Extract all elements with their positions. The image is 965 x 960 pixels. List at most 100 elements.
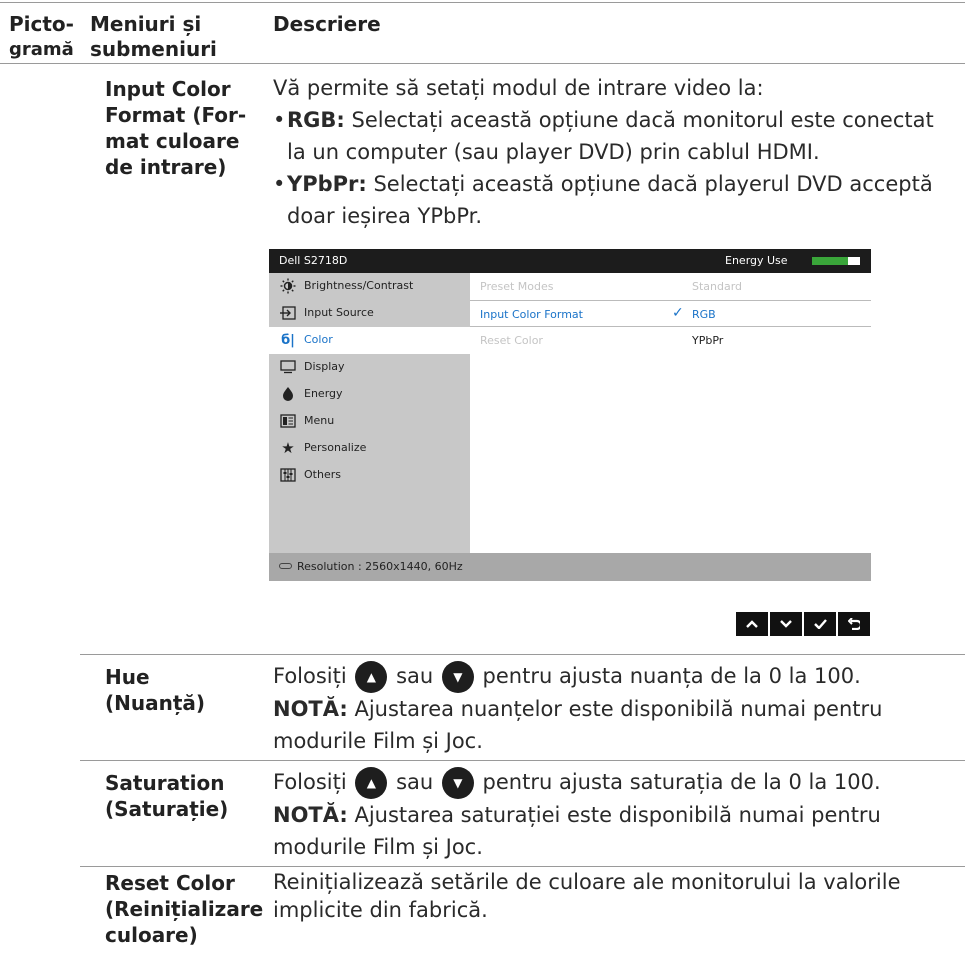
osd-row-value: RGB xyxy=(692,308,716,321)
osd-row-reset-color[interactable]: Reset Color YPbPr xyxy=(470,327,871,354)
reset-color-description: Reinițializează setările de culoare ale … xyxy=(273,868,963,924)
intro-text: Vă permite să setați modul de intrare vi… xyxy=(273,76,764,100)
bullet-rgb-text-2: la un computer (sau player DVD) prin cab… xyxy=(287,140,820,164)
bullet-ypbpr: YPbPr: Selectați această opțiune dacă pl… xyxy=(273,168,963,232)
osd-menu-screenshot: Dell S2718D Energy Use Brightness/Contra… xyxy=(269,249,871,581)
header-rule xyxy=(0,63,965,64)
brightness-icon xyxy=(280,278,296,294)
header-menu-column: Meniuri și submeniuri xyxy=(90,12,217,62)
saturation-name: Saturation (Saturație) xyxy=(105,770,228,822)
osd-item-label: Input Source xyxy=(304,306,374,319)
color-icon: б| xyxy=(281,332,295,348)
osd-item-color[interactable]: б| Color xyxy=(269,327,470,354)
saturation-description: Folosiți ▲ sau ▼ pentru ajusta saturația… xyxy=(273,766,963,863)
name-line: de intrare) xyxy=(105,155,227,179)
up-arrow-icon: ▲ xyxy=(355,661,388,693)
name-line: (Saturație) xyxy=(105,797,229,821)
osd-item-label: Color xyxy=(304,333,333,346)
osd-row-label: Preset Modes xyxy=(480,280,554,293)
hue-usage-line: Folosiți ▲ sau ▼ pentru ajusta nuanța de… xyxy=(273,660,963,693)
osd-item-brightness[interactable]: Brightness/Contrast xyxy=(269,273,470,300)
text: pentru ajusta saturația de la 0 la 100. xyxy=(475,770,881,794)
osd-row-value: Standard xyxy=(692,280,743,293)
others-icon xyxy=(280,467,296,483)
down-arrow-icon: ▼ xyxy=(441,767,474,799)
check-icon: ✓ xyxy=(672,305,684,321)
note-text: Ajustarea saturației este disponibilă nu… xyxy=(347,803,881,827)
reset-desc-line2: implicite din fabrică. xyxy=(273,898,488,922)
osd-item-menu[interactable]: Menu xyxy=(269,408,470,435)
bullet-ypbpr-text-2: doar ieșirea YPbPr. xyxy=(287,204,483,228)
menu-icon xyxy=(280,413,296,429)
osd-row-value: YPbPr xyxy=(692,334,724,347)
text: sau xyxy=(389,770,440,794)
up-button[interactable] xyxy=(736,612,768,636)
display-icon xyxy=(280,359,296,375)
energy-use-fill xyxy=(812,257,848,265)
note-label: NOTĂ: xyxy=(273,803,348,827)
down-arrow-icon: ▼ xyxy=(441,661,474,693)
text: sau xyxy=(389,664,440,688)
reset-color-name: Reset Color (Reinițializare culoare) xyxy=(105,870,263,948)
osd-item-input-source[interactable]: Input Source xyxy=(269,300,470,327)
top-rule xyxy=(0,2,965,3)
name-line: Format (For- xyxy=(105,103,247,127)
text: pentru ajusta nuanța de la 0 la 100. xyxy=(475,664,861,688)
osd-row-label: Reset Color xyxy=(480,334,543,347)
ok-button[interactable] xyxy=(804,612,836,636)
back-button[interactable] xyxy=(838,612,870,636)
name-line: Input Color xyxy=(105,77,231,101)
energy-icon xyxy=(280,386,296,402)
osd-item-others[interactable]: Others xyxy=(269,462,470,489)
up-arrow-icon: ▲ xyxy=(355,767,388,799)
saturation-usage-line: Folosiți ▲ sau ▼ pentru ajusta saturația… xyxy=(273,766,963,799)
input-source-icon xyxy=(280,305,296,321)
saturation-note: NOTĂ: Ajustarea saturației este disponib… xyxy=(273,799,963,863)
text: Folosiți xyxy=(273,770,354,794)
osd-energy-label: Energy Use xyxy=(725,254,788,267)
check-icon xyxy=(813,619,827,629)
osd-model-name: Dell S2718D xyxy=(279,254,348,267)
osd-item-label: Menu xyxy=(304,414,335,427)
osd-row-preset-modes[interactable]: Preset Modes Standard xyxy=(470,273,871,300)
bullet-ypbpr-label: YPbPr: xyxy=(287,172,367,196)
osd-submenu-panel: Preset Modes Standard Input Color Format… xyxy=(470,273,871,553)
name-line: Hue xyxy=(105,665,150,689)
osd-item-display[interactable]: Display xyxy=(269,354,470,381)
note-text: Ajustarea nuanțelor este disponibilă num… xyxy=(347,697,883,721)
note-label: NOTĂ: xyxy=(273,697,348,721)
osd-title-bar: Dell S2718D Energy Use xyxy=(269,249,871,273)
osd-item-personalize[interactable]: ★ Personalize xyxy=(269,435,470,462)
header-icon-line1: Picto- xyxy=(9,12,74,36)
star-icon: ★ xyxy=(281,439,295,457)
header-menu-line1: Meniuri și xyxy=(90,12,202,36)
link-icon xyxy=(279,563,292,569)
osd-item-label: Brightness/Contrast xyxy=(304,279,414,292)
note-text-2: modurile Film și Joc. xyxy=(273,835,483,859)
hue-note: NOTĂ: Ajustarea nuanțelor este disponibi… xyxy=(273,693,963,757)
name-line: (Reinițializare xyxy=(105,897,264,921)
name-line: Reset Color xyxy=(105,871,235,895)
osd-item-energy[interactable]: Energy xyxy=(269,381,470,408)
osd-item-label: Personalize xyxy=(304,441,367,454)
down-button[interactable] xyxy=(770,612,802,636)
header-icon-line2: gramă xyxy=(9,39,74,60)
row-rule-hue xyxy=(80,654,965,655)
chevron-down-icon xyxy=(780,620,792,628)
text: Folosiți xyxy=(273,664,354,688)
osd-item-label: Others xyxy=(304,468,341,481)
hue-name: Hue (Nuanță) xyxy=(105,664,205,716)
back-icon xyxy=(848,618,860,630)
osd-row-input-color-format[interactable]: Input Color Format ✓ RGB xyxy=(470,300,871,327)
name-line: culoare) xyxy=(105,923,198,947)
name-line: Saturation xyxy=(105,771,225,795)
osd-item-label: Energy xyxy=(304,387,343,400)
name-line: mat culoare xyxy=(105,129,240,153)
chevron-up-icon xyxy=(746,620,758,628)
row-rule-reset xyxy=(80,866,965,867)
osd-row-label: Input Color Format xyxy=(480,308,583,321)
header-icon-column: Picto- gramă xyxy=(9,12,74,62)
header-menu-line2: submeniuri xyxy=(90,37,217,61)
osd-item-label: Display xyxy=(304,360,345,373)
input-color-format-description: Vă permite să setați modul de intrare vi… xyxy=(273,72,963,232)
